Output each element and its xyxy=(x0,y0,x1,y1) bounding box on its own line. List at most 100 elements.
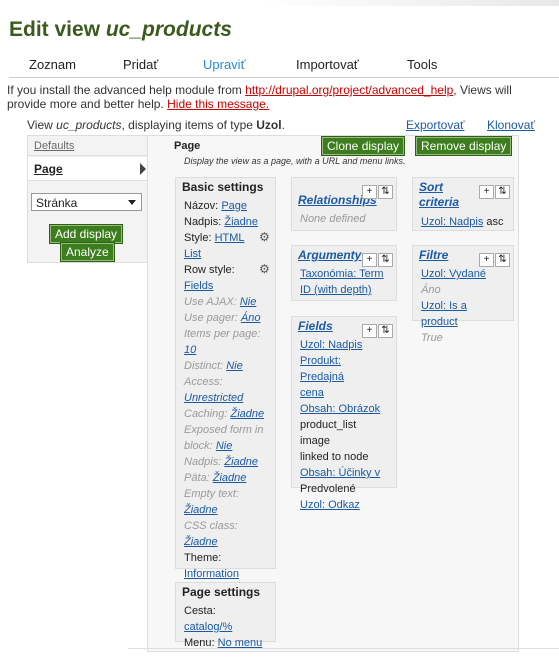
basic-setting-row: Distinct: Nie xyxy=(184,358,267,374)
plus-icon[interactable]: + xyxy=(362,185,377,199)
field-line: cena xyxy=(300,385,388,401)
argument-link[interactable]: Taxonómia: Term xyxy=(300,268,384,280)
setting-value-link[interactable]: Unrestricted xyxy=(184,392,243,404)
field-line: product_list image xyxy=(300,417,388,449)
gear-icon[interactable]: ⚙ xyxy=(259,230,270,244)
setting-value-link[interactable]: Žiadne xyxy=(184,536,218,548)
setting-value-link[interactable]: List xyxy=(184,248,201,260)
setting-value-link[interactable]: HTML xyxy=(215,232,245,244)
gear-icon[interactable]: ⚙ xyxy=(259,262,270,276)
add-display-button[interactable]: Add display xyxy=(50,225,123,243)
setting-label: Items per page: xyxy=(184,328,261,340)
field-link[interactable]: cena xyxy=(300,387,324,399)
filters-rows: Uzol: Vydané Áno Uzol: Is a product True xyxy=(413,264,513,348)
setting-value-link[interactable]: Fields xyxy=(184,280,213,292)
basic-setting-row: Názov: Page xyxy=(184,198,267,214)
setting-value-link[interactable]: Nie xyxy=(226,360,243,372)
field-link[interactable]: Uzol: Odkaz xyxy=(300,499,360,511)
page-display-link[interactable]: Page xyxy=(34,162,63,176)
rearrange-icon[interactable]: ⇅ xyxy=(378,324,393,338)
sort-title-line2: criteria xyxy=(419,195,460,209)
argument-link[interactable]: ID (with depth) xyxy=(300,284,372,296)
plus-icon[interactable]: + xyxy=(479,185,494,199)
setting-label: Päta: xyxy=(184,472,210,484)
filter-link[interactable]: Uzol: Vydané xyxy=(421,268,486,280)
field-link[interactable]: Obsah: Obrázok xyxy=(300,403,380,415)
page-settings-rows: Cesta: catalog/% Menu: No menu xyxy=(176,601,275,653)
filter-line: True xyxy=(421,330,505,346)
setting-label: Caching: xyxy=(184,408,228,420)
relationships-box: Relationships None defined + ⇅ xyxy=(291,177,397,231)
field-line: Obsah: Obrázok xyxy=(300,401,388,417)
tab-tools[interactable]: Tools xyxy=(407,57,437,72)
setting-value-link[interactable]: Žiadne xyxy=(224,216,258,228)
field-text: Predvolené xyxy=(300,483,356,495)
basic-setting-row: 10 xyxy=(184,342,267,358)
setting-label: Style: xyxy=(184,232,212,244)
menu-label: Menu: xyxy=(184,637,215,649)
basic-settings-rows: Názov: Page Nadpis: Žiadne Style: HTML List… xyxy=(176,196,275,584)
setting-value-link[interactable]: Nie xyxy=(216,440,233,452)
setting-value-link[interactable]: Page xyxy=(221,200,247,212)
defaults-link[interactable]: Defaults xyxy=(34,140,74,152)
setting-label: Use AJAX: xyxy=(184,296,237,308)
basic-setting-row: Žiadne xyxy=(184,502,267,518)
rearrange-icon[interactable]: ⇅ xyxy=(378,185,393,199)
setting-value-link[interactable]: Žiadne xyxy=(230,408,264,420)
tab-zoznam[interactable]: Zoznam xyxy=(29,57,76,72)
view-summary-mid: , displaying items of type xyxy=(121,118,257,132)
rearrange-icon[interactable]: ⇅ xyxy=(378,253,393,267)
setting-value-link[interactable]: 10 xyxy=(184,344,196,356)
menu-link[interactable]: No menu xyxy=(218,637,263,649)
plus-icon[interactable]: + xyxy=(479,253,494,267)
field-line: linked to node xyxy=(300,449,388,465)
sort-item-link[interactable]: Uzol: Nadpis xyxy=(421,216,483,228)
field-link[interactable]: Produkt: Predajná xyxy=(300,355,344,383)
clone-link[interactable]: Klonovať xyxy=(487,118,535,132)
setting-label: Empty text: xyxy=(184,488,240,500)
plus-icon[interactable]: + xyxy=(362,253,377,267)
help-text-1: If you install the advanced help module … xyxy=(7,83,246,97)
arrow-right-icon xyxy=(140,163,146,175)
top-band xyxy=(0,0,559,8)
rearrange-icon[interactable]: ⇅ xyxy=(495,185,510,199)
setting-value-link[interactable]: Žiadne xyxy=(224,456,258,468)
export-link[interactable]: Exportovať xyxy=(406,118,465,132)
page-title-view: uc_products xyxy=(105,18,232,41)
plus-icon[interactable]: + xyxy=(362,324,377,338)
filter-line: Uzol: Vydané Áno xyxy=(421,266,505,298)
page-setting-row: Cesta: catalog/% xyxy=(184,603,267,635)
path-link[interactable]: catalog/% xyxy=(184,621,232,633)
arguments-controls: + ⇅ xyxy=(361,249,393,267)
filter-link[interactable]: Uzol: Is a product xyxy=(421,300,467,328)
defaults-tab: Defaults xyxy=(28,136,148,156)
basic-setting-row: Row style: xyxy=(184,262,267,278)
basic-setting-row: Unrestricted xyxy=(184,390,267,406)
field-line: Uzol: Odkaz xyxy=(300,497,388,513)
hide-message-link[interactable]: Hide this message. xyxy=(167,97,269,111)
setting-value-link[interactable]: Žiadne xyxy=(213,472,247,484)
tab-importovat[interactable]: Importovať xyxy=(296,57,359,72)
setting-value-link[interactable]: Áno xyxy=(241,312,261,324)
display-type-value: Stránka xyxy=(36,196,78,210)
basic-setting-row: Nadpis: Žiadne xyxy=(184,214,267,230)
basic-setting-row: Items per page: xyxy=(184,326,267,342)
field-link[interactable]: Uzol: Nadpis xyxy=(300,339,362,351)
basic-setting-row: Information xyxy=(184,566,267,582)
setting-value-link[interactable]: Information xyxy=(184,568,239,580)
field-link[interactable]: Obsah: Účinky v xyxy=(300,467,380,479)
tab-pridat[interactable]: Pridať xyxy=(123,57,158,72)
basic-setting-row: Nadpis: Žiadne xyxy=(184,454,267,470)
remove-display-button[interactable]: Remove display xyxy=(416,137,512,155)
analyze-button[interactable]: Analyze xyxy=(61,243,114,261)
relationships-rows: None defined xyxy=(292,209,396,229)
advanced-help-link[interactable]: http://drupal.org/project/advanced_help xyxy=(245,83,453,97)
setting-value-link[interactable]: Žiadne xyxy=(184,504,218,516)
display-type-select[interactable]: Stránka xyxy=(31,193,142,211)
clone-display-button[interactable]: Clone display xyxy=(322,137,405,155)
tab-upravit[interactable]: Upraviť xyxy=(203,57,245,72)
rearrange-icon[interactable]: ⇅ xyxy=(495,253,510,267)
setting-value-link[interactable]: Nie xyxy=(240,296,257,308)
page-tab: Page xyxy=(28,157,149,181)
setting-label: Nadpis: xyxy=(184,216,222,228)
